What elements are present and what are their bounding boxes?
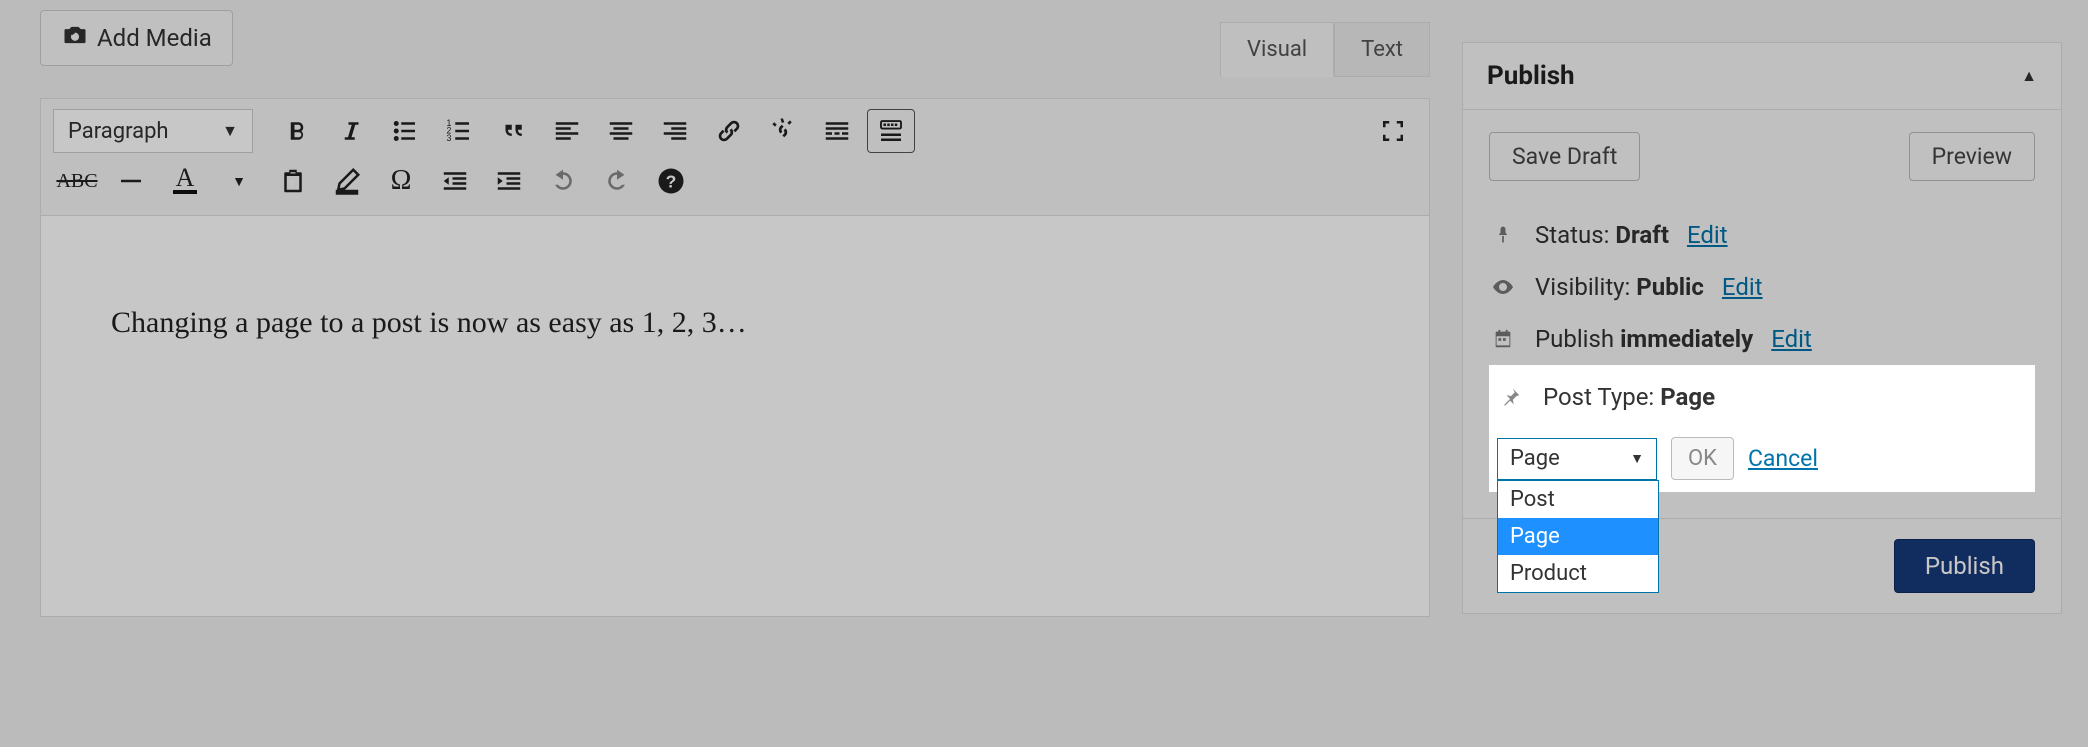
unlink-button[interactable] (759, 109, 807, 153)
read-more-button[interactable] (813, 109, 861, 153)
pushpin-icon (1497, 385, 1525, 409)
link-button[interactable] (705, 109, 753, 153)
outdent-button[interactable] (431, 159, 479, 203)
undo-button[interactable] (539, 159, 587, 203)
tab-visual[interactable]: Visual (1220, 22, 1334, 77)
post-type-option-page[interactable]: Page (1498, 518, 1658, 555)
fullscreen-button[interactable] (1369, 109, 1417, 153)
toolbar-toggle-button[interactable] (867, 109, 915, 153)
camera-music-icon (61, 21, 89, 55)
schedule-edit-link[interactable]: Edit (1771, 325, 1812, 353)
svg-text:?: ? (666, 171, 677, 191)
caret-down-icon: ▼ (1630, 450, 1644, 467)
caret-down-icon: ▼ (222, 121, 238, 141)
publish-button[interactable]: Publish (1894, 539, 2035, 593)
post-type-ok-button[interactable]: OK (1671, 437, 1734, 480)
publish-title: Publish (1487, 61, 1575, 91)
editor-tabs: Visual Text (40, 22, 1430, 77)
align-right-button[interactable] (651, 109, 699, 153)
bold-button[interactable] (273, 109, 321, 153)
italic-button[interactable] (327, 109, 375, 153)
special-character-button[interactable]: Ω (377, 159, 425, 203)
help-button[interactable]: ? (647, 159, 695, 203)
post-type-dropdown: Post Page Product (1497, 480, 1659, 593)
status-edit-link[interactable]: Edit (1687, 221, 1728, 249)
publish-header[interactable]: Publish ▲ (1463, 43, 2061, 110)
publish-panel: Publish ▲ Save Draft Preview Status: Dra… (1462, 42, 2062, 614)
clear-formatting-button[interactable] (323, 159, 371, 203)
post-type-cancel-link[interactable]: Cancel (1748, 445, 1818, 472)
post-type-section: Post Type: Page Page ▼ Post Page Product… (1489, 365, 2035, 492)
text-color-button[interactable]: A (161, 159, 209, 203)
editor-box: Paragraph ▼ 123 ABC A (40, 98, 1430, 617)
editor-column: Add Media Visual Text Paragraph ▼ 123 (40, 10, 1430, 617)
svg-text:3: 3 (447, 133, 452, 143)
bullet-list-button[interactable] (381, 109, 429, 153)
add-media-label: Add Media (97, 24, 212, 52)
toolbar: Paragraph ▼ 123 ABC A (41, 99, 1429, 216)
strikethrough-button[interactable]: ABC (53, 159, 101, 203)
redo-button[interactable] (593, 159, 641, 203)
eye-icon (1489, 275, 1517, 299)
svg-text:T: T (289, 179, 295, 190)
post-type-option-product[interactable]: Product (1498, 555, 1658, 592)
visibility-row: Visibility: Public Edit (1489, 261, 2035, 313)
numbered-list-button[interactable]: 123 (435, 109, 483, 153)
blockquote-button[interactable] (489, 109, 537, 153)
post-type-select[interactable]: Page ▼ Post Page Product (1497, 438, 1657, 480)
post-type-option-post[interactable]: Post (1498, 481, 1658, 518)
preview-button[interactable]: Preview (1909, 132, 2035, 181)
align-left-button[interactable] (543, 109, 591, 153)
format-select[interactable]: Paragraph ▼ (53, 109, 253, 153)
tab-text[interactable]: Text (1334, 22, 1430, 77)
indent-button[interactable] (485, 159, 533, 203)
paste-text-button[interactable]: T (269, 159, 317, 203)
save-draft-button[interactable]: Save Draft (1489, 132, 1640, 181)
status-row: Status: Draft Edit (1489, 209, 2035, 261)
align-center-button[interactable] (597, 109, 645, 153)
visibility-edit-link[interactable]: Edit (1722, 273, 1763, 301)
collapse-icon: ▲ (2021, 66, 2037, 86)
text-color-menu-button[interactable]: ▼ (215, 159, 263, 203)
horizontal-rule-button[interactable] (107, 159, 155, 203)
pin-icon (1489, 223, 1517, 247)
schedule-row: Publish immediately Edit (1489, 313, 2035, 365)
calendar-icon (1489, 327, 1517, 351)
add-media-button[interactable]: Add Media (40, 10, 233, 66)
editor-content[interactable]: Changing a page to a post is now as easy… (41, 216, 1429, 616)
